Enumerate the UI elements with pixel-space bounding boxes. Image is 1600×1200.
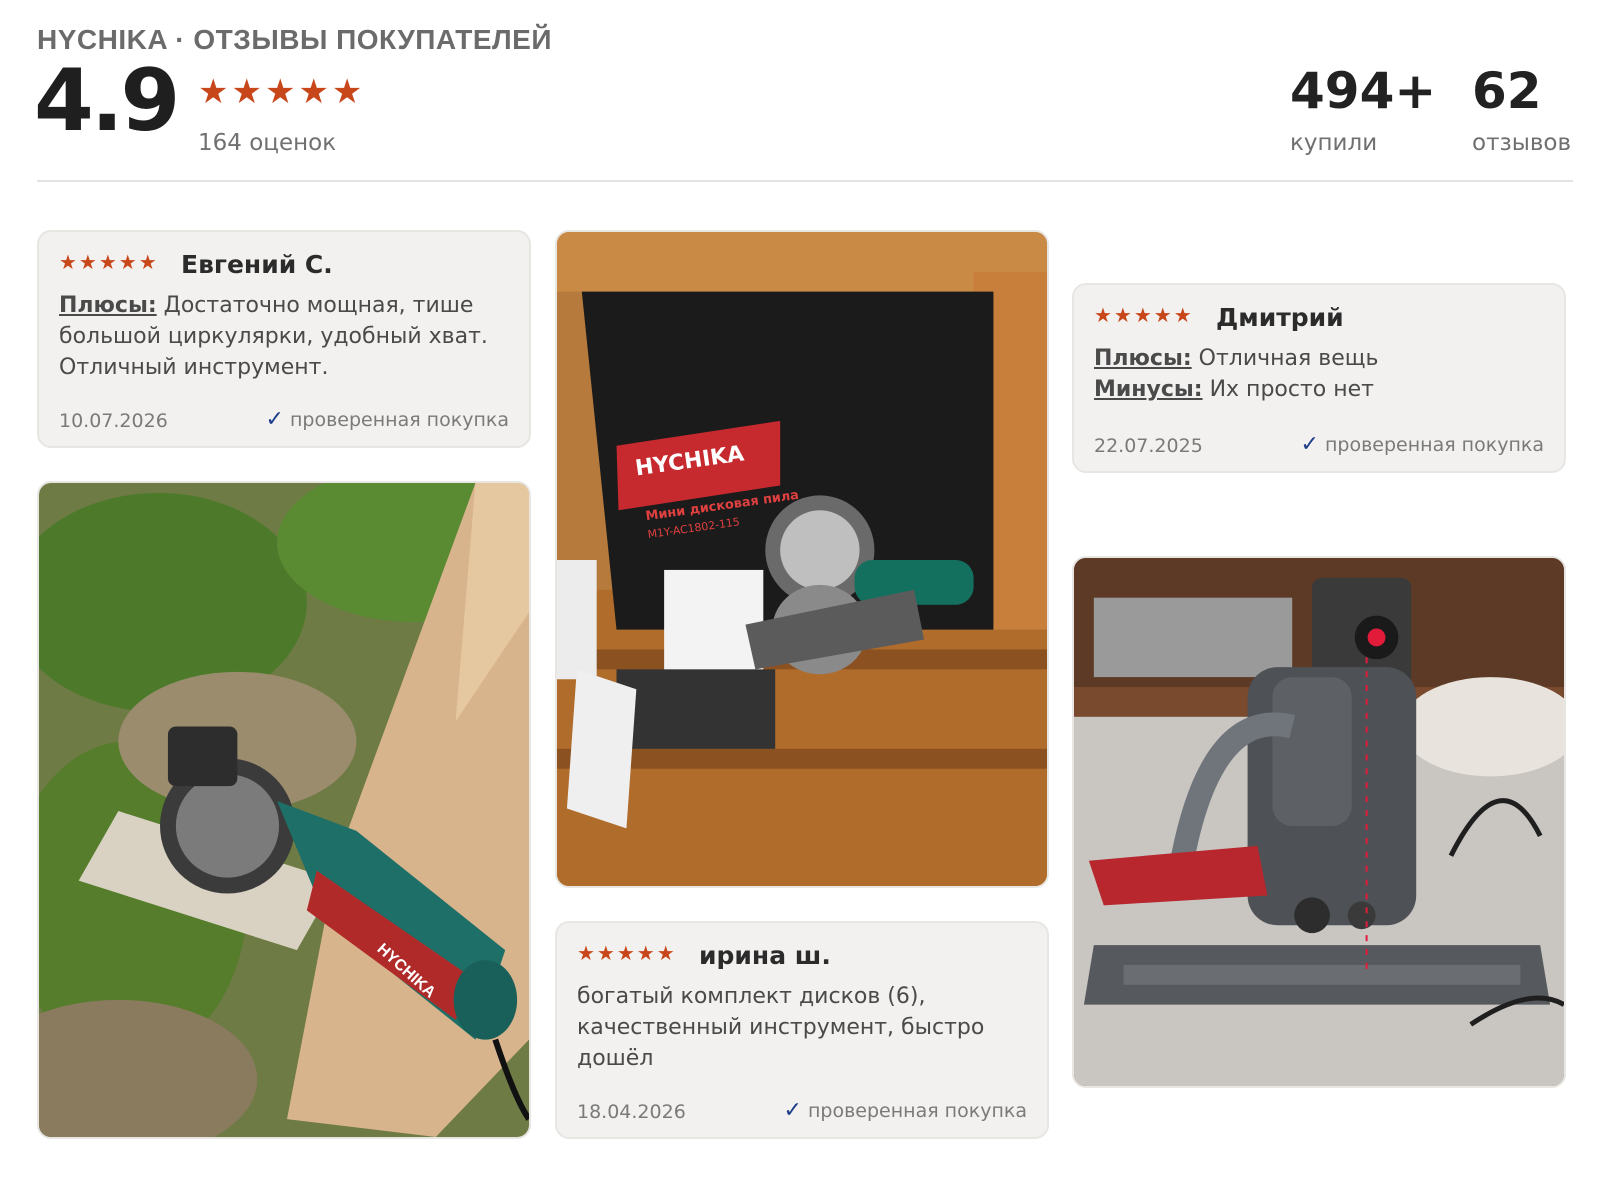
reviews-value: 62 — [1472, 62, 1542, 120]
bought-value: 494+ — [1290, 62, 1437, 120]
review-author: ирина ш. — [699, 941, 831, 970]
review-stars: ★★★★★ — [577, 941, 677, 965]
verified-badge: ✓ проверенная покупка — [266, 407, 509, 432]
verified-badge: ✓ проверенная покупка — [1301, 432, 1544, 457]
review-photo-box[interactable]: HYCHIKA Мини дисковая пила M1Y-AC1802-11… — [555, 230, 1049, 888]
saw-on-board-image: HYCHIKA — [39, 483, 529, 1137]
box-on-bench-image: HYCHIKA Мини дисковая пила M1Y-AC1802-11… — [557, 232, 1047, 886]
review-body: богатый комплект дисков (6), качественны… — [577, 984, 985, 1071]
review-stars: ★★★★★ — [1094, 303, 1194, 327]
verified-badge: ✓ проверенная покупка — [784, 1098, 1027, 1123]
checkmark-icon: ✓ — [1300, 432, 1319, 457]
review-body: Плюсы: Достаточно мощная, тише большой ц… — [59, 290, 511, 383]
pros-label: Плюсы: — [59, 293, 157, 318]
bought-stat: 494+ купили — [1290, 66, 1436, 156]
reviews-label: отзывов — [1472, 130, 1572, 156]
bought-label: купили — [1290, 130, 1378, 156]
pros-text: Отличная вещь — [1191, 346, 1379, 371]
review-author: Дмитрий — [1216, 303, 1344, 332]
header-divider — [37, 180, 1573, 182]
verified-label: проверенная покупка — [1324, 434, 1544, 456]
review-photo-saw-on-board[interactable]: HYCHIKA — [37, 481, 531, 1139]
checkmark-icon: ✓ — [783, 1098, 802, 1123]
review-body: Плюсы: Отличная вещь Минусы: Их просто н… — [1094, 343, 1546, 405]
review-date: 10.07.2026 — [59, 410, 168, 432]
review-stars: ★★★★★ — [59, 250, 159, 274]
laser-closeup-image — [1074, 558, 1564, 1086]
review-card[interactable]: ★★★★★ ирина ш. богатый комплект дисков (… — [555, 921, 1049, 1139]
verified-label: проверенная покупка — [807, 1100, 1027, 1122]
review-author: Евгений С. — [181, 250, 333, 279]
checkmark-icon: ✓ — [265, 407, 284, 432]
average-rating: 4.9 — [34, 51, 180, 151]
review-date: 18.04.2026 — [577, 1101, 686, 1123]
rating-stars: ★★★★★ — [198, 72, 366, 112]
review-photo-laser[interactable] — [1072, 556, 1566, 1088]
review-card[interactable]: ★★★★★ Дмитрий Плюсы: Отличная вещь Минус… — [1072, 283, 1566, 473]
rating-count: 164 оценок — [198, 130, 337, 156]
review-date: 22.07.2025 — [1094, 435, 1203, 457]
pros-label: Плюсы: — [1094, 346, 1192, 371]
verified-label: проверенная покупка — [289, 409, 509, 431]
review-card[interactable]: ★★★★★ Евгений С. Плюсы: Достаточно мощна… — [37, 230, 531, 448]
cons-label: Минусы: — [1094, 377, 1203, 402]
reviews-stat: 62 отзывов — [1472, 66, 1571, 156]
cons-text: Их просто нет — [1202, 377, 1374, 402]
